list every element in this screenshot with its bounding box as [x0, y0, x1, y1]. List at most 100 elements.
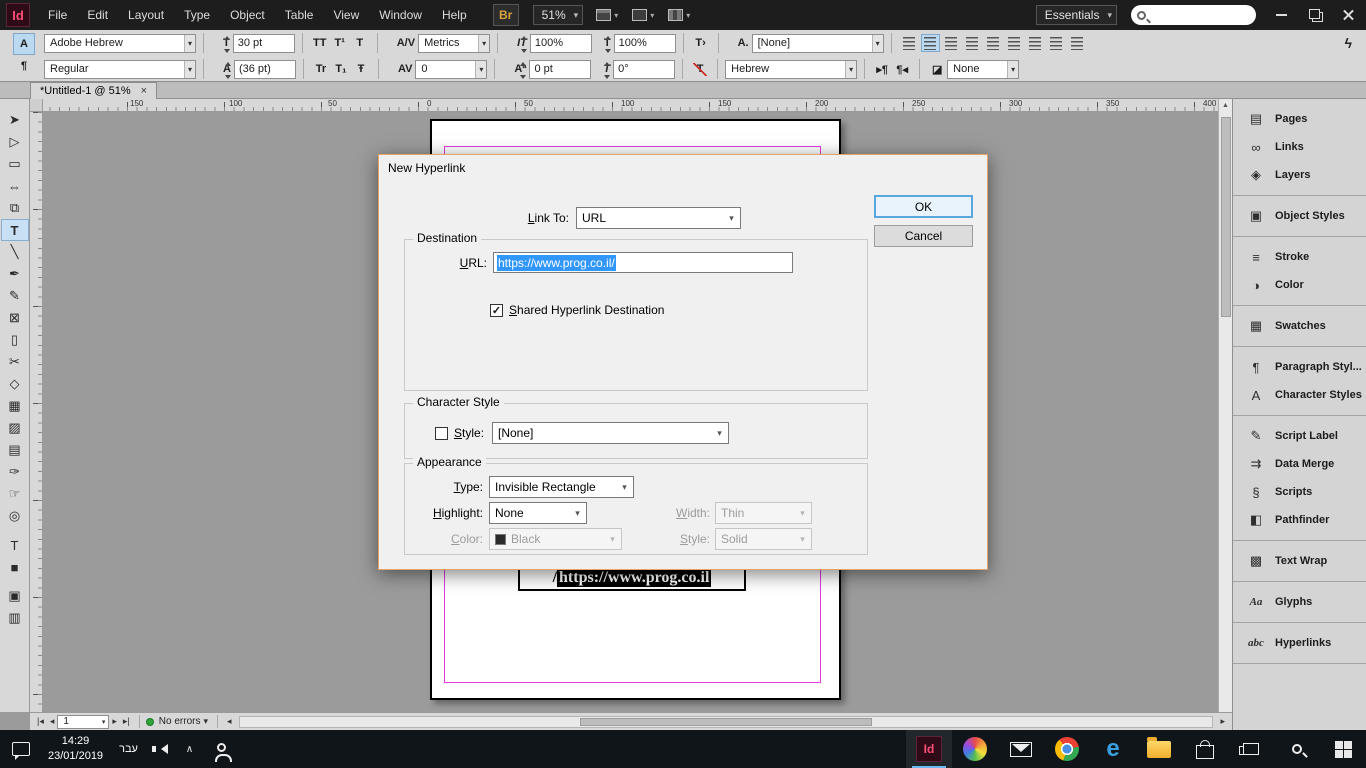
rtl-paragraph-button[interactable]: ¶◂	[892, 60, 912, 79]
paragraph-formatting-button[interactable]: ¶	[13, 55, 35, 77]
panel-button-pathfinder[interactable]: ◧ Pathfinder	[1233, 506, 1366, 534]
menu-file[interactable]: File	[38, 0, 77, 30]
menu-object[interactable]: Object	[220, 0, 275, 30]
gap-tool[interactable]: ⇔	[1, 175, 29, 197]
url-input[interactable]: https://www.prog.co.il/	[493, 252, 793, 273]
shared-destination-checkbox[interactable]	[490, 303, 503, 317]
ltr-paragraph-button[interactable]: ▸¶	[872, 60, 892, 79]
menu-table[interactable]: Table	[275, 0, 324, 30]
tab-close-icon[interactable]: ×	[141, 85, 147, 97]
taskbar-explorer-button[interactable]	[1136, 730, 1182, 768]
quick-apply-button[interactable]: ϟ	[1345, 35, 1352, 51]
taskbar-mail-button[interactable]	[998, 730, 1044, 768]
gradient-feather-tool[interactable]: ▨	[1, 417, 29, 439]
text-options-button[interactable]: T›	[691, 34, 711, 53]
font-family-select[interactable]: Adobe Hebrew	[44, 33, 196, 53]
style-checkbox[interactable]	[435, 426, 448, 440]
panel-button-text-wrap[interactable]: ▩ Text Wrap	[1233, 547, 1366, 575]
font-style-select[interactable]: Regular	[44, 59, 196, 79]
first-page-button[interactable]: |◂	[34, 716, 47, 727]
justify-left-button[interactable]	[962, 34, 982, 52]
screen-mode-menu-button[interactable]	[627, 4, 659, 26]
object-style-select[interactable]: None	[947, 59, 1020, 79]
pen-tool[interactable]: ✒	[1, 263, 29, 285]
show-hidden-icons-button[interactable]: ∧	[186, 730, 193, 768]
clock[interactable]: 14:29 23/01/2019	[48, 730, 103, 768]
justify-center-button[interactable]	[983, 34, 1003, 52]
gradient-swatch-tool[interactable]: ▦	[1, 395, 29, 417]
panel-button-links[interactable]: ∞ Links	[1233, 133, 1366, 161]
type-select[interactable]: Invisible Rectangle	[489, 476, 634, 498]
horizontal-scroll-thumb[interactable]	[580, 717, 872, 726]
panel-button-layers[interactable]: ◈ Layers	[1233, 161, 1366, 189]
task-view-button[interactable]	[1228, 730, 1274, 768]
scissors-tool[interactable]: ✂	[1, 351, 29, 373]
content-collector-tool[interactable]: ⧉	[1, 197, 29, 219]
screen-mode-button[interactable]: ▥	[1, 607, 29, 629]
taskbar-photos-button[interactable]	[952, 730, 998, 768]
cancel-button[interactable]: Cancel	[874, 225, 973, 247]
character-formatting-button[interactable]: A	[13, 33, 35, 55]
scroll-left-icon[interactable]: ◂	[224, 716, 235, 727]
taskbar-search-button[interactable]	[1274, 730, 1320, 768]
superscript-button[interactable]: T¹	[330, 34, 350, 53]
rectangle-frame-tool[interactable]: ⊠	[1, 307, 29, 329]
align-left-button[interactable]	[899, 34, 919, 52]
preflight-menu-icon[interactable]: ▾	[200, 716, 211, 727]
align-center-button[interactable]	[920, 34, 940, 52]
small-caps-button[interactable]: Tr	[311, 60, 331, 79]
panel-button-color[interactable]: ◑ Color	[1233, 271, 1366, 299]
tracking-select[interactable]: 0	[415, 59, 488, 79]
menu-window[interactable]: Window	[369, 0, 432, 30]
bridge-button[interactable]: Br	[492, 4, 519, 26]
type-tool[interactable]: T	[0, 219, 29, 241]
people-button[interactable]	[203, 730, 240, 768]
link-to-select[interactable]: URL	[576, 207, 741, 229]
panel-button-swatches[interactable]: ▦ Swatches	[1233, 312, 1366, 340]
baseline-shift-stepper[interactable]: 0 pt	[520, 59, 592, 79]
language-select[interactable]: Hebrew	[725, 59, 858, 79]
preflight-status-text[interactable]: No errors	[159, 716, 201, 727]
fill-indicator[interactable]: ■	[1, 556, 29, 578]
page-number-select[interactable]: 1	[57, 714, 110, 729]
vertical-scroll-thumb[interactable]	[1221, 117, 1231, 317]
panel-button-data-merge[interactable]: ⇉ Data Merge	[1233, 450, 1366, 478]
menu-edit[interactable]: Edit	[77, 0, 118, 30]
vertical-scale-stepper[interactable]: 100%	[520, 33, 592, 53]
previous-page-button[interactable]: ◂	[47, 716, 58, 727]
panel-button-paragraph-styles[interactable]: ¶ Paragraph Styl...	[1233, 353, 1366, 381]
workspace-select[interactable]: Essentials	[1035, 5, 1117, 25]
zoom-tool[interactable]: ◎	[1, 505, 29, 527]
taskbar-edge-button[interactable]: e	[1090, 730, 1136, 768]
scroll-up-icon[interactable]: ▲	[1219, 99, 1232, 112]
document-tab[interactable]: *Untitled-1 @ 51% ×	[30, 82, 158, 99]
panel-button-scripts[interactable]: § Scripts	[1233, 478, 1366, 506]
close-button[interactable]	[1332, 0, 1366, 30]
skew-stepper[interactable]: 0°	[604, 59, 676, 79]
scroll-right-icon[interactable]: ▸	[1217, 716, 1228, 727]
volume-button[interactable]	[148, 730, 176, 768]
panel-button-character-styles[interactable]: A Character Styles	[1233, 381, 1366, 409]
vertical-scrollbar[interactable]: ▲	[1218, 99, 1232, 712]
panel-button-stroke[interactable]: ≡ Stroke	[1233, 243, 1366, 271]
menu-layout[interactable]: Layout	[118, 0, 174, 30]
panel-button-object-styles[interactable]: ▣ Object Styles	[1233, 202, 1366, 230]
horizontal-scale-stepper[interactable]: 100%	[604, 33, 676, 53]
kerning-select[interactable]: Metrics	[418, 33, 491, 53]
selection-tool[interactable]: ➤	[1, 109, 29, 131]
next-page-button[interactable]: ▸	[109, 716, 120, 727]
all-caps-button[interactable]: TT	[310, 34, 330, 53]
leading-stepper[interactable]: (36 pt)	[224, 59, 296, 79]
formatting-affects-text-button[interactable]: T	[1, 534, 29, 556]
text-wrap-button[interactable]: ◪	[927, 60, 947, 79]
align-away-spine-button[interactable]	[1067, 34, 1087, 52]
taskbar-store-button[interactable]	[1182, 730, 1228, 768]
underline-button[interactable]: T	[350, 34, 370, 53]
free-transform-tool[interactable]: ◇	[1, 373, 29, 395]
action-center-button[interactable]	[0, 730, 42, 768]
character-style-select[interactable]: [None]	[751, 33, 884, 53]
panel-button-hyperlinks[interactable]: abc Hyperlinks	[1233, 629, 1366, 657]
taskbar-indesign-button[interactable]: Id	[906, 730, 952, 768]
hand-tool[interactable]: ☞	[1, 483, 29, 505]
ok-button[interactable]: OK	[874, 195, 973, 218]
